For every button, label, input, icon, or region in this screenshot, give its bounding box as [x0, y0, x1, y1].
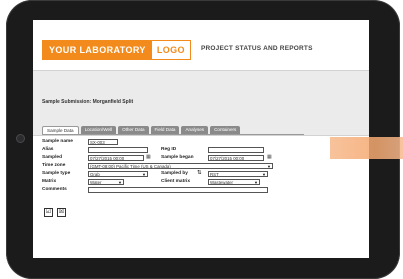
client-matrix-select[interactable]: Wastewater — [208, 178, 260, 185]
sample-type-select[interactable]: Grab — [88, 170, 148, 177]
alias-label: Alias — [42, 147, 54, 152]
sampled-by-select[interactable]: RST — [208, 170, 268, 177]
sample-began-input[interactable]: 07/27/2015 00:00 — [208, 154, 264, 161]
time-zone-label: Time zone — [42, 163, 66, 168]
calendar-icon[interactable]: ▦ — [146, 154, 151, 161]
confirm-button[interactable]: ☑ — [44, 208, 53, 217]
sample-began-label: Sample began — [161, 155, 194, 160]
reg-id-input[interactable] — [208, 146, 264, 153]
tab-divider — [42, 134, 304, 135]
tab-containers[interactable]: Containers — [210, 126, 241, 134]
tab-analyses[interactable]: Analyses — [181, 126, 209, 134]
home-button[interactable] — [16, 134, 25, 143]
sample-type-label: Sample type — [42, 171, 71, 176]
sample-form: Sample name SX-003 Alias Reg ID Sampled … — [42, 138, 362, 198]
submission-title: Sample Submission: Morganfield Split — [42, 99, 134, 105]
page-title: PROJECT STATUS AND REPORTS — [201, 45, 313, 52]
swap-icon[interactable]: ⇅ — [197, 170, 202, 177]
calendar-icon[interactable]: ▦ — [267, 154, 272, 161]
tab-other-data[interactable]: Other Data — [118, 126, 149, 134]
comments-input[interactable] — [88, 186, 268, 193]
lab-logo: YOUR LABORATORY LOGO — [42, 40, 191, 60]
sampled-input[interactable]: 07/27/2015 00:00 — [88, 154, 144, 161]
matrix-label: Matrix — [42, 179, 57, 184]
reg-id-label: Reg ID — [161, 147, 177, 152]
sampled-label: Sampled — [42, 155, 62, 160]
brand-text: YOUR LABORATORY — [43, 41, 152, 59]
comments-label: Comments — [42, 187, 67, 192]
client-matrix-label: Client matrix — [161, 179, 191, 184]
sampled-by-label: Sampled by — [161, 171, 188, 176]
logo-text: LOGO — [151, 41, 190, 59]
cancel-button[interactable]: ☒ — [57, 208, 66, 217]
app-header: YOUR LABORATORY LOGO PROJECT STATUS AND … — [33, 20, 369, 70]
tab-field-data[interactable]: Field Data — [150, 126, 180, 134]
decorative-ribbon — [330, 137, 403, 159]
sample-name-input[interactable]: SX-003 — [88, 138, 118, 145]
time-zone-select[interactable]: (GMT-08:00) Pacific Time (US & Canada) — [88, 162, 273, 169]
matrix-select[interactable]: Water — [88, 178, 124, 185]
alias-input[interactable] — [88, 146, 148, 153]
sample-name-label: Sample name — [42, 139, 73, 144]
tab-location-well[interactable]: Location/Well — [80, 126, 117, 134]
